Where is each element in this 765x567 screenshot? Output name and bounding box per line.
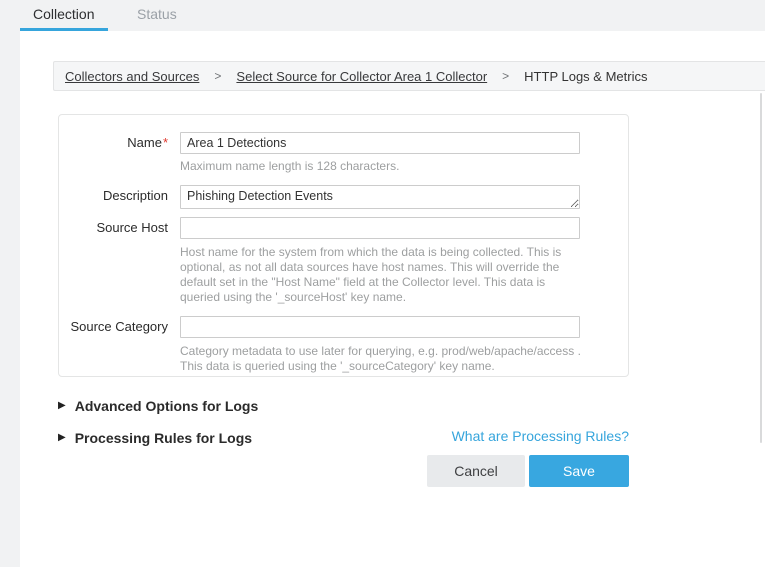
collector-source-config-page: Collection Status Collectors and Sources… bbox=[0, 0, 765, 567]
source-category-help-text: Category metadata to use later for query… bbox=[180, 344, 582, 374]
source-category-label: Source Category bbox=[58, 319, 168, 334]
processing-rules-label: Processing Rules for Logs bbox=[75, 430, 252, 446]
vertical-scrollbar[interactable] bbox=[760, 93, 762, 443]
collapsed-arrow-icon: ▶ bbox=[58, 401, 66, 411]
required-asterisk: * bbox=[163, 135, 168, 150]
tab-status[interactable]: Status bbox=[137, 0, 177, 28]
breadcrumb-separator: > bbox=[214, 69, 221, 83]
source-host-input[interactable] bbox=[180, 217, 580, 239]
breadcrumb-separator: > bbox=[502, 69, 509, 83]
name-label: Name* bbox=[58, 135, 168, 150]
description-label: Description bbox=[58, 188, 168, 203]
save-button[interactable]: Save bbox=[529, 455, 629, 487]
breadcrumb-select-source[interactable]: Select Source for Collector Area 1 Colle… bbox=[236, 69, 487, 84]
description-textarea[interactable]: Phishing Detection Events bbox=[180, 185, 580, 209]
section-processing-rules[interactable]: ▶ Processing Rules for Logs bbox=[58, 429, 252, 446]
what-are-processing-rules-link[interactable]: What are Processing Rules? bbox=[450, 428, 629, 444]
name-help-text: Maximum name length is 128 characters. bbox=[180, 159, 582, 174]
breadcrumb-collectors-and-sources[interactable]: Collectors and Sources bbox=[65, 69, 199, 84]
left-gutter bbox=[0, 31, 20, 567]
section-advanced-options[interactable]: ▶ Advanced Options for Logs bbox=[58, 397, 258, 414]
source-category-input[interactable] bbox=[180, 316, 580, 338]
collapsed-arrow-icon: ▶ bbox=[58, 433, 66, 443]
source-host-help-text: Host name for the system from which the … bbox=[180, 245, 582, 305]
tab-collection[interactable]: Collection bbox=[33, 0, 94, 28]
source-host-label: Source Host bbox=[58, 220, 168, 235]
breadcrumb: Collectors and Sources > Select Source f… bbox=[53, 61, 765, 91]
advanced-options-label: Advanced Options for Logs bbox=[75, 398, 259, 414]
tab-bar: Collection Status bbox=[0, 0, 765, 31]
name-input[interactable] bbox=[180, 132, 580, 154]
breadcrumb-current-http-logs: HTTP Logs & Metrics bbox=[524, 69, 647, 84]
name-label-text: Name bbox=[127, 135, 162, 150]
cancel-button[interactable]: Cancel bbox=[427, 455, 525, 487]
